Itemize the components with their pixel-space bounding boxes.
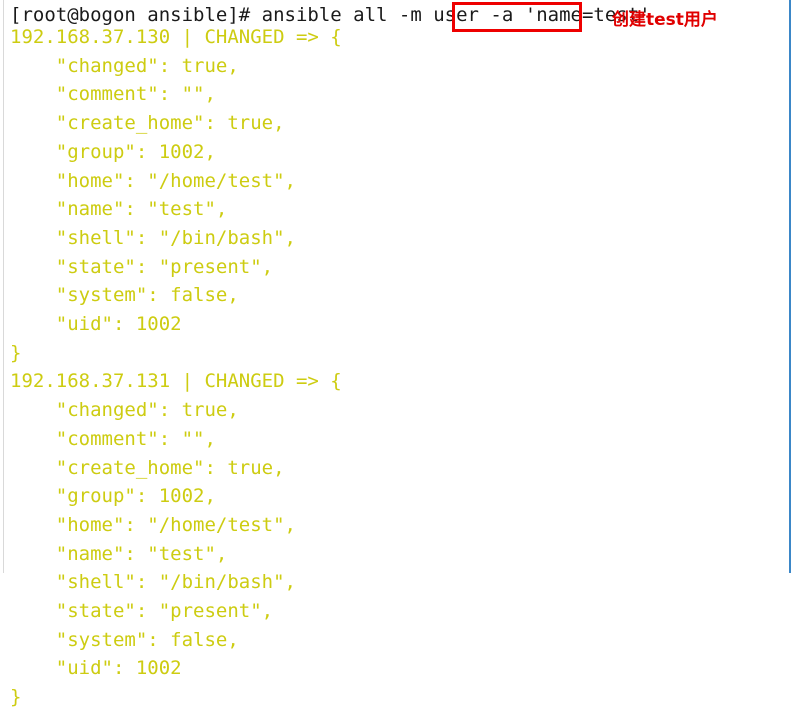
- output-json-line: "shell": "/bin/bash",: [10, 226, 296, 249]
- output-json-line: "comment": "",: [10, 83, 216, 106]
- output-json-line: "system": false,: [10, 284, 239, 307]
- output-json-line: }: [10, 341, 22, 364]
- red-highlight-box: [452, 2, 582, 32]
- output-json-line: "changed": true,: [10, 399, 239, 422]
- right-edge-rule: [789, 0, 791, 573]
- output-json-line: "home": "/home/test",: [10, 513, 296, 536]
- terminal-output-area[interactable]: [root@bogon ansible]# ansible all -m use…: [0, 0, 798, 708]
- output-json-line: "uid": 1002: [10, 657, 182, 680]
- output-json-line: "comment": "",: [10, 427, 216, 450]
- output-host-header-line: 192.168.37.130 | CHANGED => {: [10, 26, 342, 48]
- output-json-line: "home": "/home/test",: [10, 169, 296, 192]
- output-json-line: "uid": 1002: [10, 313, 182, 335]
- output-json-line: "group": 1002,: [10, 140, 216, 163]
- annotation-label: 创建test用户: [612, 10, 718, 30]
- output-json-line: "changed": true,: [10, 54, 239, 77]
- output-json-line: "group": 1002,: [10, 485, 216, 508]
- output-json-line: "create_home": true,: [10, 456, 285, 479]
- output-json-line: "name": "test",: [10, 542, 228, 565]
- output-json-line: "name": "test",: [10, 198, 228, 221]
- output-json-line: "state": "present",: [10, 600, 274, 622]
- output-json-line: "create_home": true,: [10, 112, 285, 135]
- output-json-line: "shell": "/bin/bash",: [10, 571, 296, 594]
- output-json-line: }: [10, 686, 22, 708]
- output-json-line: "state": "present",: [10, 255, 274, 278]
- output-json-line: "system": false,: [10, 628, 239, 651]
- output-host-header-line: 192.168.37.131 | CHANGED => {: [10, 370, 342, 393]
